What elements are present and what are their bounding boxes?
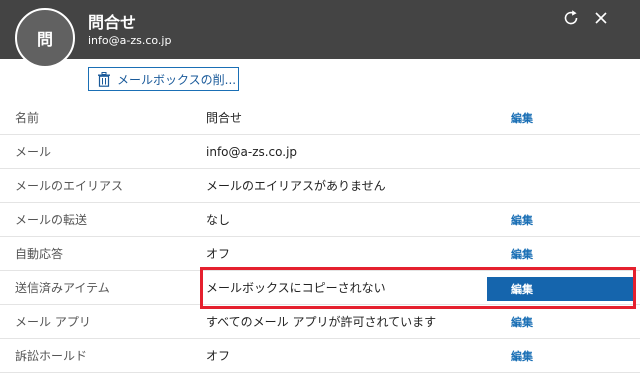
trash-icon — [97, 71, 111, 87]
table-row: メール アプリ すべてのメール アプリが許可されています 編集 — [0, 305, 640, 339]
row-value: メールのエイリアスがありません — [206, 179, 386, 193]
row-value: すべてのメール アプリが許可されています — [206, 315, 437, 329]
row-value: オフ — [206, 349, 231, 363]
row-label: 送信済みアイテム — [15, 281, 110, 295]
row-label: メール アプリ — [15, 315, 91, 329]
delete-mailbox-label: メールボックスの削... — [117, 72, 237, 87]
refresh-icon[interactable] — [561, 8, 581, 28]
row-value: なし — [206, 213, 231, 227]
edit-link[interactable]: 編集 — [511, 305, 533, 338]
table-row: 名前 問合せ 編集 — [0, 101, 640, 135]
row-label: 自動応答 — [15, 247, 64, 261]
row-value: info@a-zs.co.jp — [206, 144, 298, 159]
edit-link[interactable]: 編集 — [511, 237, 533, 270]
delete-mailbox-button[interactable]: メールボックスの削... — [88, 67, 239, 91]
row-label: メール — [15, 145, 52, 159]
edit-link[interactable]: 編集 — [511, 203, 533, 236]
avatar: 問 — [15, 8, 75, 68]
edit-link[interactable]: 編集 — [511, 339, 533, 372]
row-label: 名前 — [15, 111, 40, 125]
table-row: メールのエイリアス メールのエイリアスがありません — [0, 169, 640, 203]
page-title: 問合せ — [88, 13, 137, 32]
row-label: 訴訟ホールド — [15, 349, 88, 363]
avatar-initial: 問 — [36, 30, 53, 49]
email-address: info@a-zs.co.jp — [88, 34, 172, 47]
row-label: メールの転送 — [15, 213, 88, 227]
panel-header: 問 問合せ info@a-zs.co.jp — [0, 0, 640, 68]
row-value: メールボックスにコピーされない — [206, 281, 386, 295]
row-label: メールのエイリアス — [15, 179, 124, 193]
table-row: 自動応答 オフ 編集 — [0, 237, 640, 271]
row-value: オフ — [206, 247, 231, 261]
table-row: メール info@a-zs.co.jp — [0, 135, 640, 169]
row-value: 問合せ — [206, 111, 243, 125]
sent-items-edit-button[interactable]: 編集 — [487, 277, 633, 301]
close-icon[interactable] — [591, 8, 611, 28]
edit-link[interactable]: 編集 — [511, 101, 533, 134]
table-row: 訴訟ホールド オフ 編集 — [0, 339, 640, 373]
table-row: メールの転送 なし 編集 — [0, 203, 640, 237]
